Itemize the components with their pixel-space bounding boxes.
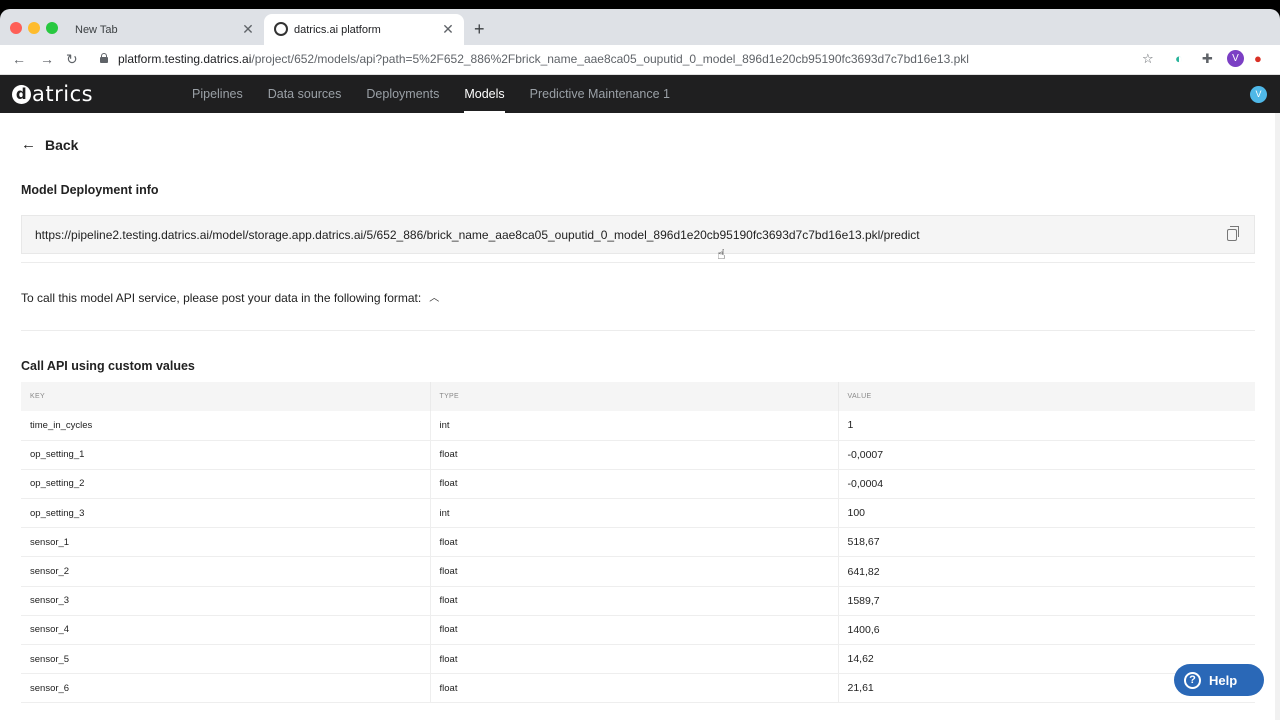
close-icon[interactable]: ✕ <box>440 21 456 37</box>
table-row: sensor_3 float 1589,7 <box>21 586 1255 616</box>
table-row: op_setting_3 int 100 <box>21 498 1255 529</box>
tab-new-tab[interactable]: New Tab ✕ <box>64 14 264 45</box>
question-icon: ? <box>1184 671 1201 689</box>
row-key: sensor_4 <box>21 615 430 646</box>
table-row: sensor_6 float 21,61 <box>21 673 1255 704</box>
custom-values-table: KEY TYPE VALUE time_in_cycles int 1 op_s… <box>21 382 1255 704</box>
deployment-info-title: Model Deployment info <box>21 183 159 197</box>
extension-icon[interactable]: ◐ <box>1175 51 1183 67</box>
logo-mark: d <box>12 84 31 104</box>
table-row: sensor_2 float 641,82 <box>21 556 1255 587</box>
header-value: VALUE <box>837 382 1255 411</box>
profile-avatar[interactable]: V <box>1227 50 1244 67</box>
table-row: sensor_5 float 14,62 <box>21 644 1255 675</box>
datrics-logo[interactable]: d atrics <box>12 82 93 106</box>
divider <box>21 330 1255 331</box>
help-label: Help <box>1209 672 1238 688</box>
chevron-up-icon: ︿ <box>429 293 440 304</box>
table-row: sensor_4 float 1400,6 <box>21 615 1255 646</box>
scrollbar[interactable] <box>1275 113 1280 720</box>
table-row: op_setting_1 float -0,0007 <box>21 440 1255 470</box>
row-value-input[interactable]: 641,82 <box>837 556 1255 587</box>
row-key: sensor_1 <box>21 527 430 558</box>
row-type: int <box>429 411 838 441</box>
row-value-input[interactable]: 1589,7 <box>837 586 1255 616</box>
window-minimize-button[interactable] <box>28 22 40 34</box>
back-arrow-icon[interactable]: ← <box>12 51 26 67</box>
window-close-button[interactable] <box>10 22 22 34</box>
table-row: time_in_cycles int 1 <box>21 411 1255 441</box>
browser-toolbar: ← → ↻ platform.testing.datrics.ai/projec… <box>0 45 1280 75</box>
lock-icon <box>100 53 108 63</box>
nav-pipelines[interactable]: Pipelines <box>192 75 243 113</box>
format-text: To call this model API service, please p… <box>21 290 422 305</box>
nav-data-sources[interactable]: Data sources <box>268 75 342 113</box>
row-value-input[interactable]: 1400,6 <box>837 615 1255 646</box>
logo-text: atrics <box>32 82 94 106</box>
row-type: float <box>429 644 838 675</box>
row-key: sensor_6 <box>21 673 430 704</box>
main-nav: Pipelines Data sources Deployments Model… <box>192 75 695 113</box>
nav-models[interactable]: Models <box>464 75 505 113</box>
endpoint-url: https://pipeline2.testing.datrics.ai/mod… <box>35 228 920 242</box>
header-key: KEY <box>21 382 430 411</box>
row-key: sensor_5 <box>21 644 430 675</box>
row-key: op_setting_3 <box>21 498 430 529</box>
row-key: sensor_3 <box>21 586 430 616</box>
tab-datrics[interactable]: datrics.ai platform ✕ <box>264 14 464 45</box>
back-label: Back <box>45 136 79 153</box>
new-tab-plus-icon[interactable]: + <box>474 20 485 38</box>
row-value-input[interactable]: -0,0007 <box>837 440 1255 470</box>
row-type: float <box>429 673 838 704</box>
copy-icon[interactable] <box>1227 226 1239 241</box>
table-row: sensor_1 float 518,67 <box>21 527 1255 558</box>
divider <box>21 262 1255 263</box>
help-button[interactable]: ? Help <box>1174 664 1264 696</box>
custom-values-title: Call API using custom values <box>21 359 195 373</box>
star-icon[interactable]: ☆ <box>1142 51 1154 67</box>
row-type: float <box>429 527 838 558</box>
row-key: op_setting_2 <box>21 469 430 500</box>
endpoint-url-box: https://pipeline2.testing.datrics.ai/mod… <box>21 215 1255 254</box>
row-type: float <box>429 615 838 646</box>
back-button[interactable]: ← Back <box>21 136 78 153</box>
browser-tab-bar: New Tab ✕ datrics.ai platform ✕ + <box>0 9 1280 45</box>
close-icon[interactable]: ✕ <box>240 21 256 37</box>
reload-icon[interactable]: ↻ <box>66 51 78 67</box>
user-avatar[interactable]: V <box>1250 86 1267 103</box>
forward-arrow-icon[interactable]: → <box>40 51 54 67</box>
row-type: int <box>429 498 838 529</box>
row-type: float <box>429 586 838 616</box>
row-value-input[interactable]: 100 <box>837 498 1255 529</box>
row-value-input[interactable]: 1 <box>837 411 1255 441</box>
app-header: d atrics Pipelines Data sources Deploymen… <box>0 75 1280 113</box>
row-value-input[interactable]: -0,0004 <box>837 469 1255 500</box>
main-content: ← Back Model Deployment info https://pip… <box>0 113 1280 720</box>
row-type: float <box>429 469 838 500</box>
header-type: TYPE <box>429 382 838 411</box>
nav-predictive-maintenance[interactable]: Predictive Maintenance 1 <box>530 75 670 113</box>
url-path: /project/652/models/api?path=5%2F652_886… <box>251 52 969 66</box>
update-icon[interactable]: ● <box>1254 51 1262 67</box>
datrics-favicon-icon <box>274 22 288 36</box>
row-key: time_in_cycles <box>21 411 430 441</box>
back-arrow-icon: ← <box>21 136 36 153</box>
row-key: op_setting_1 <box>21 440 430 470</box>
url-host: platform.testing.datrics.ai <box>118 52 252 66</box>
tab-label: New Tab <box>75 23 118 36</box>
window-maximize-button[interactable] <box>46 22 58 34</box>
tab-label: datrics.ai platform <box>294 23 381 36</box>
row-key: sensor_2 <box>21 556 430 587</box>
format-toggle[interactable]: To call this model API service, please p… <box>21 290 439 305</box>
row-type: float <box>429 440 838 470</box>
row-value-input[interactable]: 518,67 <box>837 527 1255 558</box>
table-row: op_setting_2 float -0,0004 <box>21 469 1255 500</box>
puzzle-icon[interactable]: ✚ <box>1202 51 1213 67</box>
hand-cursor-icon: ☝ <box>717 246 726 262</box>
address-bar[interactable]: platform.testing.datrics.ai/project/652/… <box>118 52 969 66</box>
nav-deployments[interactable]: Deployments <box>366 75 439 113</box>
table-header-row: KEY TYPE VALUE <box>21 382 1255 411</box>
row-type: float <box>429 556 838 587</box>
